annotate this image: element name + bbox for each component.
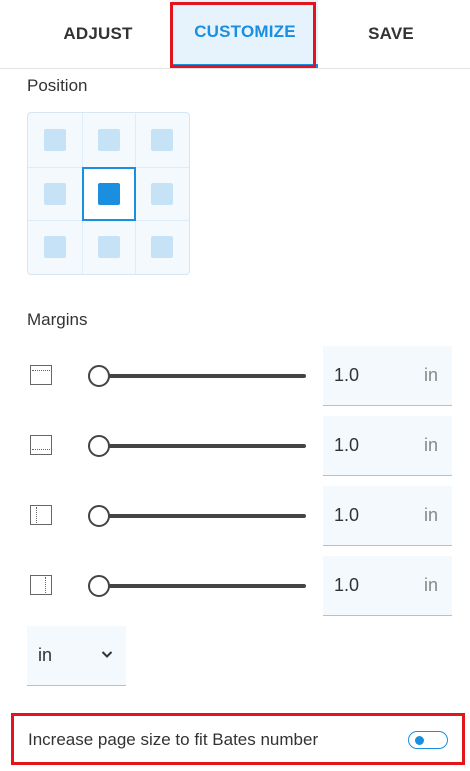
margin-slider-thumb[interactable] bbox=[88, 365, 110, 387]
chevron-down-icon bbox=[101, 651, 113, 658]
margin-slider-track[interactable] bbox=[90, 584, 306, 588]
margin-slider-thumb[interactable] bbox=[88, 505, 110, 527]
position-marker bbox=[44, 236, 66, 258]
position-marker bbox=[98, 129, 120, 151]
position-cell-bottom-left[interactable] bbox=[28, 220, 82, 274]
position-marker bbox=[98, 236, 120, 258]
margin-unit-label: in bbox=[423, 365, 438, 385]
margin-unit-label: in bbox=[423, 435, 438, 455]
tab-adjust[interactable]: ADJUST bbox=[25, 0, 171, 68]
position-marker bbox=[44, 129, 66, 151]
margin-row-top: in bbox=[0, 346, 470, 406]
margin-unit-label: in bbox=[423, 505, 438, 525]
position-cell-bottom-right[interactable] bbox=[135, 220, 189, 274]
margin-value-field[interactable]: in bbox=[323, 416, 452, 476]
position-marker bbox=[151, 183, 173, 205]
margin-row-right: in bbox=[0, 556, 470, 616]
margin-value-field[interactable]: in bbox=[323, 486, 452, 546]
position-grid bbox=[27, 112, 190, 275]
position-cell-top-right[interactable] bbox=[135, 113, 189, 167]
tab-customize[interactable]: CUSTOMIZE bbox=[172, 0, 318, 68]
fit-page-label: Increase page size to fit Bates number bbox=[28, 730, 319, 749]
unit-select-value: in bbox=[38, 645, 53, 665]
margin-slider-track[interactable] bbox=[90, 444, 306, 448]
margin-value-input[interactable] bbox=[334, 365, 394, 386]
margin-value-input[interactable] bbox=[334, 505, 394, 526]
margin-slider-thumb[interactable] bbox=[88, 435, 110, 457]
margin-unit-label: in bbox=[423, 575, 438, 595]
margin-value-input[interactable] bbox=[334, 435, 394, 456]
margin-value-input[interactable] bbox=[334, 575, 394, 596]
position-cell-middle-center[interactable] bbox=[82, 167, 136, 221]
margin-row-bottom: in bbox=[0, 416, 470, 476]
fit-page-toggle[interactable] bbox=[408, 731, 448, 749]
margin-slider-track[interactable] bbox=[90, 374, 306, 378]
margin-row-left: in bbox=[0, 486, 470, 546]
margin-slider-thumb[interactable] bbox=[88, 575, 110, 597]
position-marker bbox=[44, 183, 66, 205]
position-cell-top-left[interactable] bbox=[28, 113, 82, 167]
position-marker bbox=[151, 129, 173, 151]
position-marker-selected bbox=[98, 183, 120, 205]
bottom-margin-icon bbox=[30, 435, 52, 455]
margin-value-field[interactable]: in bbox=[323, 346, 452, 406]
margin-value-field[interactable]: in bbox=[323, 556, 452, 616]
toggle-knob bbox=[415, 735, 424, 745]
position-cell-middle-left[interactable] bbox=[28, 167, 82, 221]
unit-select[interactable]: in bbox=[27, 626, 126, 686]
position-cell-bottom-center[interactable] bbox=[82, 220, 136, 274]
position-marker bbox=[151, 236, 173, 258]
position-cell-middle-right[interactable] bbox=[135, 167, 189, 221]
top-margin-icon bbox=[30, 365, 52, 385]
position-cell-top-center[interactable] bbox=[82, 113, 136, 167]
fit-page-option: Increase page size to fit Bates number bbox=[11, 713, 465, 765]
margin-slider-track[interactable] bbox=[90, 514, 306, 518]
tab-save[interactable]: SAVE bbox=[318, 0, 464, 68]
right-margin-icon bbox=[30, 575, 52, 595]
tab-bar: ADJUST CUSTOMIZE SAVE bbox=[0, 0, 470, 69]
position-label: Position bbox=[27, 76, 88, 95]
margins-label: Margins bbox=[27, 310, 88, 329]
left-margin-icon bbox=[30, 505, 52, 525]
